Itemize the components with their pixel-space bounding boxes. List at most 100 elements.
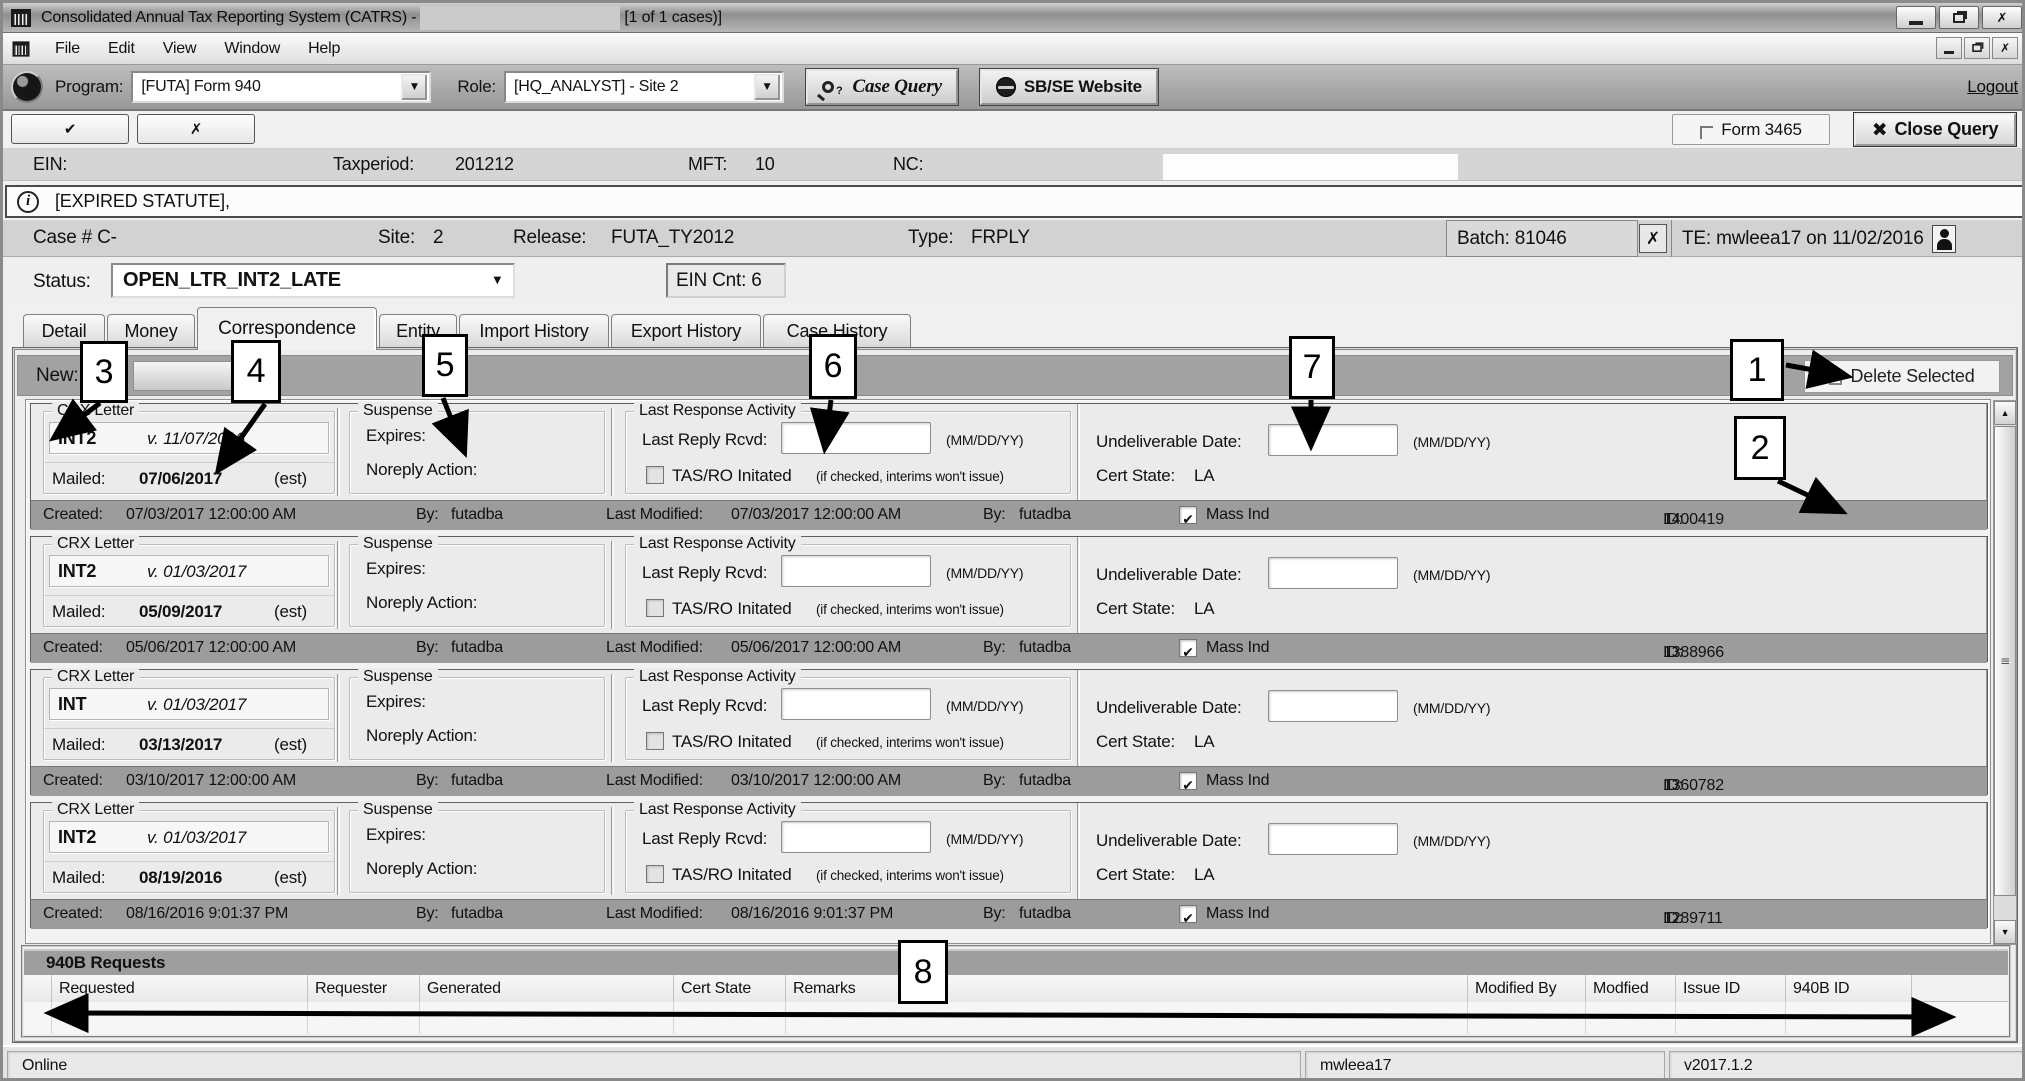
tasro-note: (if checked, interims won't issue): [816, 469, 1004, 484]
logout-link[interactable]: Logout: [1967, 77, 2018, 97]
scrollbar-thumb[interactable]: ≡: [1994, 426, 2016, 896]
section-divider: [1077, 537, 1080, 633]
case-query-button[interactable]: ? Case Query: [806, 69, 958, 105]
last-reply-input[interactable]: [781, 821, 931, 853]
scroll-down-button[interactable]: ▼: [1994, 920, 2016, 944]
menu-help[interactable]: Help: [294, 33, 354, 64]
status-select[interactable]: OPEN_LTR_INT2_LATE ▼: [111, 263, 515, 298]
check-icon: ✔: [64, 120, 76, 138]
col-remarks[interactable]: Remarks: [786, 975, 1468, 1002]
tasro-note: (if checked, interims won't issue): [816, 735, 1004, 750]
batch-value: 81046: [1515, 228, 1567, 250]
undeliverable-date-input[interactable]: [1268, 424, 1398, 456]
notice-row: i [EXPIRED STATUTE],: [5, 185, 2025, 218]
program-select[interactable]: [FUTA] Form 940 ▼: [131, 71, 431, 103]
cert-state-value: LA: [1194, 466, 1214, 486]
redacted-area: [1163, 154, 1458, 180]
tasro-label: TAS/RO Initated: [672, 599, 792, 619]
status-bar: Online mwleea17 v2017.1.2: [3, 1045, 2025, 1081]
info-icon: i: [17, 191, 39, 213]
mailed-label: Mailed:: [52, 868, 105, 888]
mailed-date: 08/19/2016: [139, 868, 222, 888]
close-query-button[interactable]: ✖ Close Query: [1854, 113, 2016, 146]
vertical-scrollbar[interactable]: ▲ ≡ ▼: [1993, 400, 2017, 945]
col-issue-id[interactable]: Issue ID: [1676, 975, 1786, 1002]
minimize-button[interactable]: [1896, 6, 1936, 29]
program-dropdown-icon[interactable]: ▼: [401, 74, 427, 100]
undeliverable-date-label: Undeliverable Date:: [1096, 831, 1242, 851]
scroll-up-button[interactable]: ▲: [1994, 401, 2016, 425]
entry-footer: Created: 05/06/2017 12:00:00 AM By: futa…: [31, 633, 1987, 663]
tab-import-history[interactable]: Import History: [459, 314, 609, 348]
role-label: Role:: [457, 77, 496, 97]
menu-view[interactable]: View: [149, 33, 211, 64]
person-icon[interactable]: [1932, 225, 1956, 253]
menu-window[interactable]: Window: [210, 33, 294, 64]
undeliverable-section: Undeliverable Date: (MM/DD/YY) Cert Stat…: [1081, 404, 1981, 500]
globe-icon: [996, 77, 1016, 97]
col-modified-by[interactable]: Modified By: [1468, 975, 1586, 1002]
letter-code: INT2: [58, 561, 96, 582]
sbse-website-button[interactable]: SB/SE Website: [980, 69, 1158, 105]
ein-count-value: 6: [751, 270, 761, 292]
noreply-action-label: Noreply Action:: [366, 593, 477, 613]
cert-state-value: LA: [1194, 732, 1214, 752]
col-generated[interactable]: Generated: [420, 975, 674, 1002]
undeliverable-date-input[interactable]: [1268, 823, 1398, 855]
col-modfied[interactable]: Modfied: [1586, 975, 1676, 1002]
date-format-hint: (MM/DD/YY): [946, 432, 1023, 448]
statusbar-user: mwleea17: [1305, 1051, 1665, 1081]
tab-export-history[interactable]: Export History: [611, 314, 761, 348]
menu-edit[interactable]: Edit: [94, 33, 149, 64]
last-reply-input[interactable]: [781, 422, 931, 454]
section-divider: [611, 807, 614, 895]
role-dropdown-icon[interactable]: ▼: [754, 74, 780, 100]
created-value: 05/06/2017 12:00:00 AM: [126, 639, 296, 657]
col-cert-state[interactable]: Cert State: [674, 975, 786, 1002]
col-requested[interactable]: Requested: [52, 975, 308, 1002]
created-value: 07/03/2017 12:00:00 AM: [126, 506, 296, 524]
tasro-checkbox[interactable]: [646, 599, 664, 617]
tasro-checkbox[interactable]: [646, 466, 664, 484]
undeliverable-date-input[interactable]: [1268, 557, 1398, 589]
mass-ind-checkbox[interactable]: ✔: [1179, 506, 1197, 524]
tasro-checkbox[interactable]: [646, 865, 664, 883]
mdi-close-button[interactable]: ✗: [1992, 37, 2018, 59]
release-value: FUTA_TY2012: [611, 227, 734, 249]
last-reply-input[interactable]: [781, 688, 931, 720]
mdi-minimize-button[interactable]: [1936, 37, 1962, 59]
close-button[interactable]: ✗: [1982, 6, 2022, 29]
date-format-hint: (MM/DD/YY): [1413, 700, 1490, 716]
tasro-checkbox[interactable]: [646, 732, 664, 750]
last-reply-label: Last Reply Rcvd:: [642, 696, 767, 716]
modified-by-value: futadba: [1019, 905, 1071, 923]
callout-6: 6: [809, 334, 857, 399]
role-select[interactable]: [HQ_ANALYST] - Site 2 ▼: [504, 71, 784, 103]
new-label: New:: [36, 365, 79, 387]
restore-button[interactable]: [1939, 6, 1979, 29]
undeliverable-date-input[interactable]: [1268, 690, 1398, 722]
mdi-restore-button[interactable]: [1964, 37, 1990, 59]
form-3465-button[interactable]: Form 3465: [1672, 114, 1830, 145]
batch-clear-button[interactable]: ✗: [1639, 224, 1667, 253]
mass-ind-checkbox[interactable]: ✔: [1179, 639, 1197, 657]
mass-ind-checkbox[interactable]: ✔: [1179, 905, 1197, 923]
date-format-hint: (MM/DD/YY): [946, 565, 1023, 581]
mass-ind-checkbox[interactable]: ✔: [1179, 772, 1197, 790]
accept-button[interactable]: ✔: [11, 114, 129, 144]
created-by-value: futadba: [451, 905, 503, 923]
date-format-hint: (MM/DD/YY): [1413, 434, 1490, 450]
reject-button[interactable]: ✗: [137, 114, 255, 144]
col-940b-id[interactable]: 940B ID: [1786, 975, 1912, 1002]
requests-empty-row[interactable]: ▶: [24, 1002, 2008, 1034]
last-reply-label: Last Reply Rcvd:: [642, 563, 767, 583]
col-requester[interactable]: Requester: [308, 975, 420, 1002]
delete-selected-button[interactable]: Delete Selected: [1804, 360, 2000, 393]
new-letter-select[interactable]: [133, 361, 238, 391]
last-response-activity-group: Last Response Activity Last Reply Rcvd: …: [625, 411, 1071, 494]
tab-correspondence[interactable]: Correspondence: [197, 307, 377, 350]
menu-file[interactable]: File: [41, 33, 94, 64]
last-reply-input[interactable]: [781, 555, 931, 587]
callout-5: 5: [422, 334, 468, 397]
created-by-label: By:: [416, 772, 439, 790]
